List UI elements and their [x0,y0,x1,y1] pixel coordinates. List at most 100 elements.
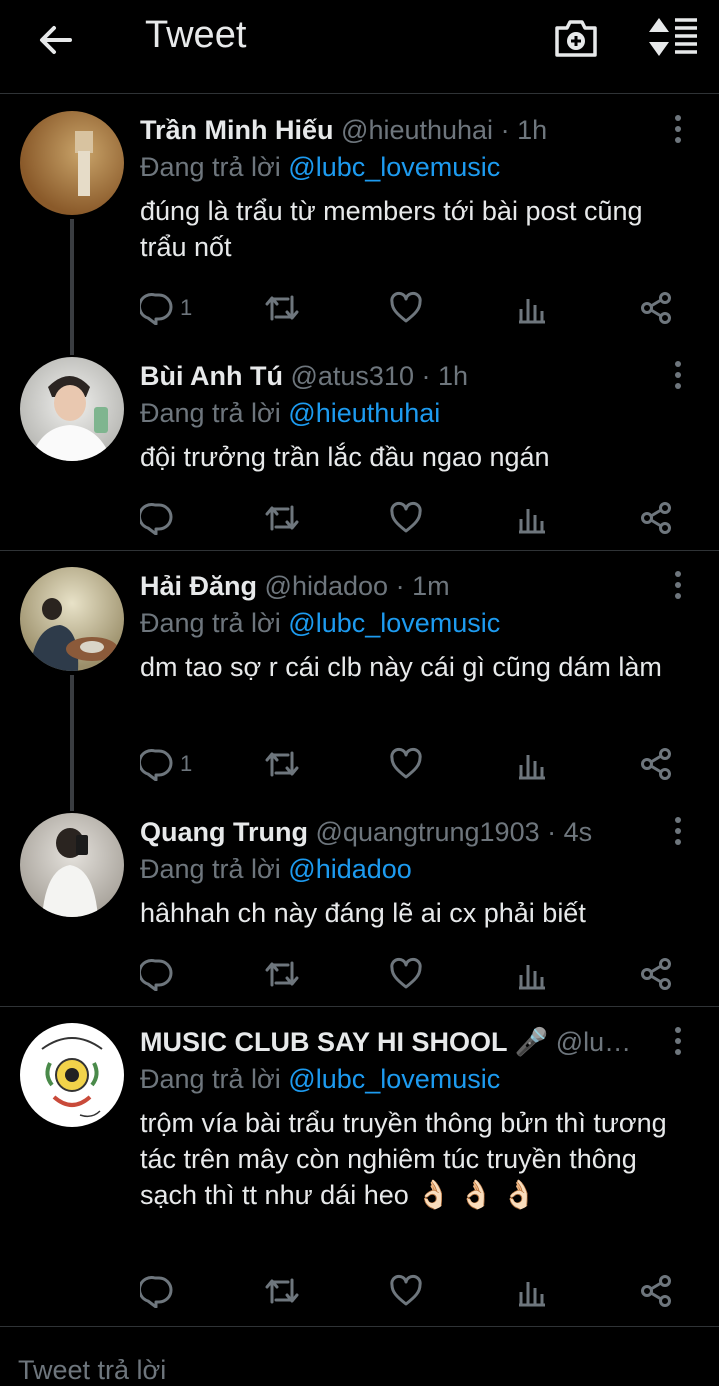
tweet-actions [140,1271,680,1311]
replying-to-handle[interactable]: @lubc_lovemusic [288,1064,500,1094]
replying-to: Đang trả lời @lubc_lovemusic [140,604,500,642]
like-button[interactable] [389,954,423,994]
like-button[interactable] [389,288,423,328]
tweet-header: Quang Trung @quangtrung1903 · 4s [140,813,660,851]
retweet-button[interactable] [264,744,300,784]
separator: · [547,817,557,847]
replying-to-handle[interactable]: @lubc_lovemusic [288,608,500,638]
avatar-photo [75,131,93,196]
share-button[interactable] [640,1271,672,1311]
more-vertical-icon [675,571,681,599]
avatar[interactable] [20,567,124,671]
analytics-button[interactable] [517,1271,547,1311]
avatar[interactable] [20,111,124,215]
analytics-icon [519,509,545,534]
tweet-text: dm tao sợ r cái clb này cái gì cũng dám … [140,652,662,682]
share-icon [641,748,671,780]
reply-button[interactable] [140,954,180,994]
like-icon [390,957,422,989]
display-name[interactable]: Hải Đăng [140,571,257,601]
share-icon [641,1275,671,1307]
tweet-actions: 1 [140,288,680,328]
like-icon [390,1274,422,1306]
analytics-button[interactable] [517,498,547,538]
timestamp[interactable]: 1m [412,571,450,601]
share-button[interactable] [640,744,672,784]
reply-button[interactable] [140,498,180,538]
tweet-text: hâhhah ch này đáng lẽ ai cx phải biết [140,898,586,928]
thread-line [70,675,74,811]
analytics-button[interactable] [517,744,547,784]
replying-to: Đang trả lời @hieuthuhai [140,394,440,432]
reply-icon [140,959,173,991]
reply-button[interactable]: 1 [140,288,192,328]
reply-icon [140,749,173,781]
back-arrow-icon [40,26,72,54]
like-button[interactable] [389,498,423,538]
thread-line [70,219,74,355]
timestamp[interactable]: 1h [438,361,468,391]
retweet-button[interactable] [264,954,300,994]
like-button[interactable] [389,744,423,784]
user-handle: @quangtrung1903 [315,817,540,847]
reply-count: 1 [180,751,193,776]
analytics-button[interactable] [517,288,547,328]
reply-count: 1 [180,295,193,320]
replying-to-handle[interactable]: @lubc_lovemusic [288,152,500,182]
reply-icon [140,503,173,535]
top-app-bar: Tweet [0,0,719,94]
more-options-button[interactable] [666,569,690,601]
share-button[interactable] [640,954,672,994]
retweet-button[interactable] [264,1271,300,1311]
avatar[interactable] [20,357,124,461]
reply-button[interactable]: 1 [140,744,192,784]
avatar[interactable] [20,1023,124,1127]
timestamp[interactable]: 4s [564,817,593,847]
like-icon [390,291,422,323]
more-vertical-icon [675,361,681,389]
camera-plus-icon [555,20,597,57]
more-options-button[interactable] [666,113,690,145]
replying-to-handle[interactable]: @hidadoo [288,854,412,884]
more-options-button[interactable] [666,815,690,847]
share-button[interactable] [640,288,672,328]
replying-to-label: Đang trả lời [140,152,281,182]
like-icon [390,747,422,779]
replying-to-handle[interactable]: @hieuthuhai [288,398,440,428]
tweet-header: Bùi Anh Tú @atus310 · 1h [140,357,660,395]
display-name[interactable]: Quang Trung [140,817,308,847]
back-button[interactable] [34,18,78,62]
tweet-text: đúng là trẩu từ members tới bài post cũn… [140,196,643,262]
tweet-text-content: trộm vía bài trẩu truyền thông bửn thì t… [140,1108,667,1210]
retweet-button[interactable] [264,498,300,538]
like-button[interactable] [389,1271,423,1311]
share-button[interactable] [640,498,672,538]
analytics-button[interactable] [517,954,547,994]
avatar-photo [42,828,98,917]
reply-input-placeholder[interactable]: Tweet trả lời [18,1355,166,1386]
retweet-icon [265,751,299,777]
more-options-button[interactable] [666,1025,690,1057]
camera-button[interactable] [553,16,599,60]
display-name[interactable]: Trần Minh Hiếu [140,115,334,145]
tweet-text: trộm vía bài trẩu truyền thông bửn thì t… [140,1105,680,1213]
replying-to-label: Đang trả lời [140,398,281,428]
sort-button[interactable] [645,14,699,60]
retweet-button[interactable] [264,288,300,328]
more-vertical-icon [675,817,681,845]
display-name[interactable]: Bùi Anh Tú [140,361,283,391]
tweet-header: Hải Đăng @hidadoo · 1m [140,567,660,605]
separator: · [421,361,431,391]
more-options-button[interactable] [666,359,690,391]
user-handle: @atus310 [290,361,414,391]
share-icon [641,502,671,534]
sort-icon [649,18,697,56]
replying-to: Đang trả lời @lubc_lovemusic [140,148,500,186]
timestamp[interactable]: 1h [517,115,547,145]
display-name[interactable]: MUSIC CLUB SAY HI SHOOL 🎤 [140,1027,548,1057]
reply-button[interactable] [140,1271,180,1311]
avatar[interactable] [20,813,124,917]
avatar-photo [30,598,118,671]
reply-composer[interactable]: Tweet trả lời [0,1326,719,1385]
club-logo [41,1037,103,1118]
